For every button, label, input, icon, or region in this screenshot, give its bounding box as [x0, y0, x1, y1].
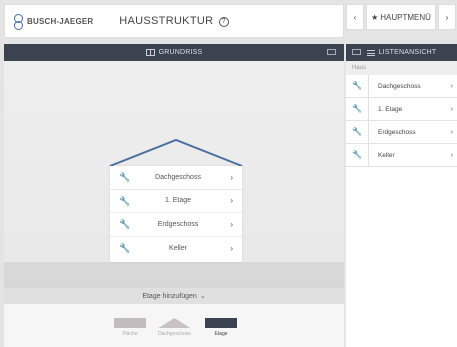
- floor-name: Keller: [169, 244, 187, 252]
- chevron-right-icon: ›: [230, 219, 233, 229]
- row-divider: [368, 75, 369, 97]
- main-menu-button[interactable]: ★ HAUPTMENÜ: [366, 4, 436, 30]
- list-view-icon: [366, 49, 375, 56]
- breadcrumb[interactable]: Haus: [346, 61, 457, 75]
- main-menu-label: HAUPTMENÜ: [380, 12, 431, 22]
- list-item-erdgeschoss[interactable]: 🔧 Erdgeschoss ›: [346, 121, 457, 144]
- app-window: BUSCH-JAEGER HAUSSTRUKTUR ? ‹ ★ HAUPTMEN…: [0, 0, 457, 347]
- chevron-right-icon: ›: [450, 82, 453, 90]
- view-option-dachgeschoss[interactable]: Dachgeschoss: [158, 318, 191, 337]
- list-title: LISTENANSICHT: [378, 49, 437, 56]
- header-bar: BUSCH-JAEGER HAUSSTRUKTUR ?: [4, 4, 344, 38]
- floor-name: Dachgeschoss: [155, 173, 201, 181]
- wrench-icon[interactable]: 🔧: [119, 172, 130, 183]
- flat-view-icon: [114, 318, 146, 328]
- page-title-text: HAUSSTRUKTUR: [119, 15, 214, 27]
- chevron-right-icon: ›: [450, 128, 453, 136]
- wrench-icon[interactable]: 🔧: [352, 81, 362, 90]
- row-divider: [368, 98, 369, 120]
- floor-name: Erdgeschoss: [157, 220, 199, 228]
- view-label: Dachgeschoss: [158, 331, 191, 337]
- chevron-right-icon: ›: [230, 172, 233, 182]
- view-option-etage[interactable]: Etage: [205, 318, 237, 337]
- chevron-right-icon: ›: [230, 196, 233, 206]
- row-divider: [368, 144, 369, 166]
- help-icon[interactable]: ?: [218, 17, 229, 27]
- star-icon: ★: [371, 12, 379, 22]
- list-item-keller[interactable]: 🔧 Keller ›: [346, 144, 457, 167]
- view-label: Etage: [214, 331, 228, 337]
- view-label: Fläche: [122, 331, 138, 337]
- floor-view-icon: [205, 318, 237, 328]
- wrench-icon[interactable]: 🔧: [119, 243, 130, 254]
- wrench-icon[interactable]: 🔧: [119, 196, 130, 207]
- list-item-label: Erdgeschoss: [378, 128, 416, 136]
- add-floor-label: Etage hinzufügen: [142, 292, 197, 300]
- chevron-right-icon: ›: [445, 12, 449, 22]
- ground-strip: [4, 262, 344, 287]
- chevron-right-icon: ›: [450, 151, 453, 159]
- roof-outline: [109, 138, 243, 167]
- wrench-icon[interactable]: 🔧: [119, 219, 130, 230]
- floor-row-dachgeschoss[interactable]: 🔧 Dachgeschoss ›: [110, 166, 242, 190]
- toggle-panel-icon[interactable]: [327, 49, 336, 55]
- wrench-icon[interactable]: 🔧: [352, 150, 362, 159]
- chevron-right-icon: ›: [450, 105, 453, 113]
- floorplan-title: GRUNDRISS: [158, 49, 203, 56]
- add-floor-button[interactable]: Etage hinzufügen ⌄: [4, 287, 344, 304]
- page-title: HAUSSTRUKTUR ?: [5, 15, 343, 27]
- list-item-label: Dachgeschoss: [378, 82, 421, 90]
- chevron-down-icon: ⌄: [199, 293, 206, 300]
- roof-view-icon: [158, 318, 191, 328]
- wrench-icon[interactable]: 🔧: [352, 104, 362, 113]
- chevron-right-icon: ›: [230, 243, 233, 253]
- floorplan-header: GRUNDRISS: [4, 44, 344, 61]
- row-divider: [368, 121, 369, 143]
- list-item-1-etage[interactable]: 🔧 1. Etage ›: [346, 98, 457, 121]
- wrench-icon[interactable]: 🔧: [352, 127, 362, 136]
- list-panel: Haus 🔧 Dachgeschoss › 🔧 1. Etage › 🔧 Erd…: [346, 61, 457, 347]
- list-item-dachgeschoss[interactable]: 🔧 Dachgeschoss ›: [346, 75, 457, 98]
- floor-name: 1. Etage: [164, 197, 192, 205]
- floor-stack: 🔧 Dachgeschoss › 🔧 1. Etage › 🔧 Erdgesch…: [110, 166, 242, 262]
- panel-toggle-icon[interactable]: [352, 49, 361, 55]
- grid-view-icon: [145, 49, 155, 56]
- list-item-label: 1. Etage: [378, 105, 403, 113]
- view-option-flaeche[interactable]: Fläche: [114, 318, 146, 337]
- chevron-left-icon: ‹: [353, 12, 357, 22]
- list-header: LISTENANSICHT: [346, 44, 457, 61]
- nav-prev-button[interactable]: ‹: [346, 4, 364, 30]
- list-item-label: Keller: [378, 151, 395, 159]
- view-selector: Fläche Dachgeschoss Etage: [4, 304, 344, 347]
- floor-row-keller[interactable]: 🔧 Keller ›: [110, 237, 242, 261]
- floor-row-1-etage[interactable]: 🔧 1. Etage ›: [110, 190, 242, 213]
- nav-next-button[interactable]: ›: [438, 4, 456, 30]
- floor-row-erdgeschoss[interactable]: 🔧 Erdgeschoss ›: [110, 213, 242, 237]
